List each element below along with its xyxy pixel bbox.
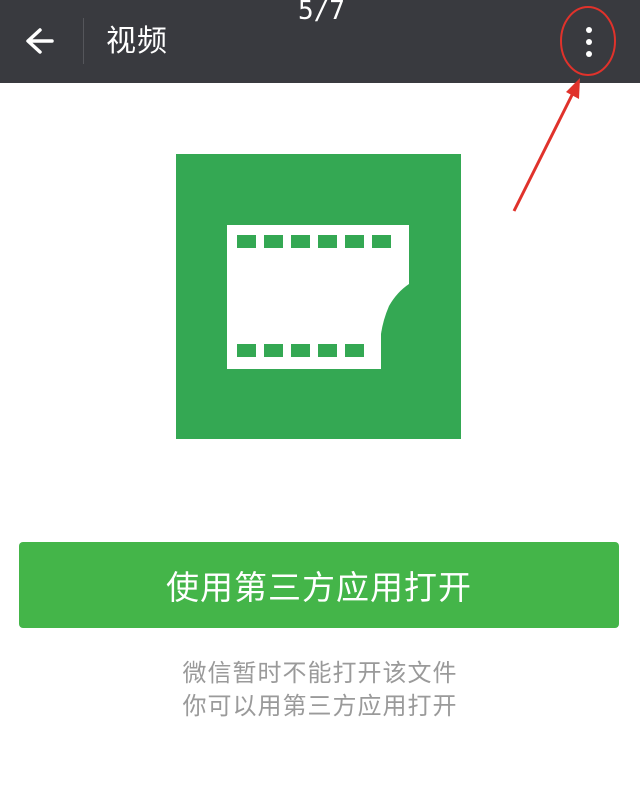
file-preview xyxy=(176,154,461,439)
page-title: 视频 xyxy=(106,24,168,59)
third-party-hint: 你可以用第三方应用打开 xyxy=(182,692,458,720)
more-options-button[interactable] xyxy=(566,12,612,72)
header-divider xyxy=(83,18,84,64)
open-with-third-party-button[interactable]: 使用第三方应用打开 xyxy=(19,542,619,628)
page-counter: 5/7 xyxy=(298,0,345,26)
back-button[interactable] xyxy=(18,20,62,64)
top-bar: 视频 5/7 xyxy=(0,0,640,83)
annotation-arrow xyxy=(512,90,576,212)
arrow-left-icon xyxy=(26,28,54,54)
film-strip-icon xyxy=(227,225,409,369)
unsupported-file-message: 微信暂时不能打开该文件 xyxy=(182,659,458,687)
